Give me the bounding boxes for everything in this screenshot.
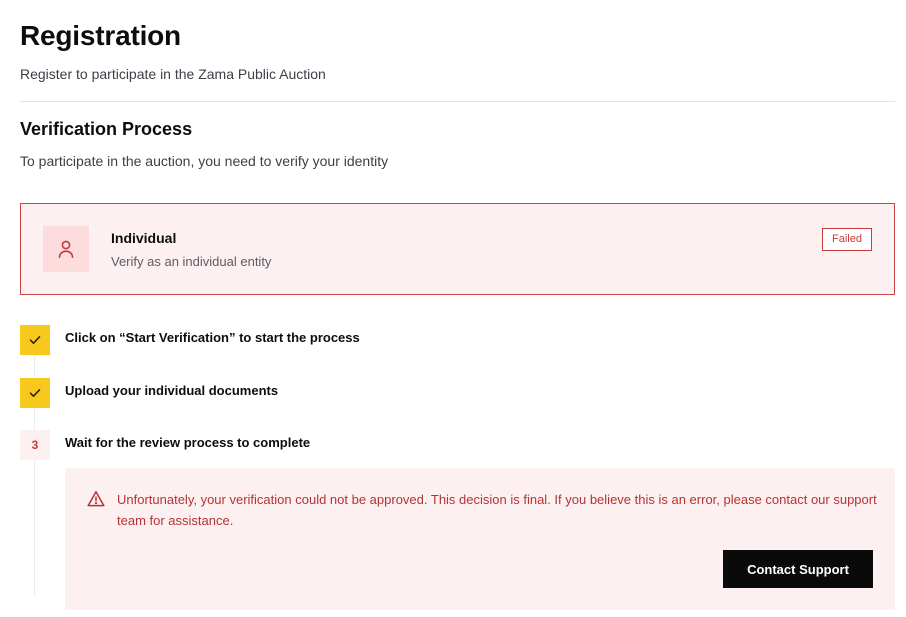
alert-message: Unfortunately, your verification could n… [117,492,877,528]
entity-description: Verify as an individual entity [111,254,272,269]
step-label: Upload your individual documents [65,383,279,398]
entity-type-card[interactable]: Individual Verify as an individual entit… [20,203,895,295]
step-number: 3 [20,430,50,460]
step-label: Wait for the review process to complete [65,435,311,450]
section-title: Verification Process [20,119,193,139]
status-badge: Failed [822,228,872,251]
check-icon [20,325,50,355]
header-divider [20,101,895,102]
entity-name: Individual [111,230,177,246]
contact-support-button[interactable]: Contact Support [723,550,873,588]
user-icon [43,226,89,272]
warning-icon [87,490,105,508]
check-icon [20,378,50,408]
page-title: Registration [20,20,181,51]
section-description: To participate in the auction, you need … [20,153,389,169]
step-label: Click on “Start Verification” to start t… [65,330,360,345]
verification-failed-alert: Unfortunately, your verification could n… [65,468,895,610]
page-subtitle: Register to participate in the Zama Publ… [20,66,326,82]
